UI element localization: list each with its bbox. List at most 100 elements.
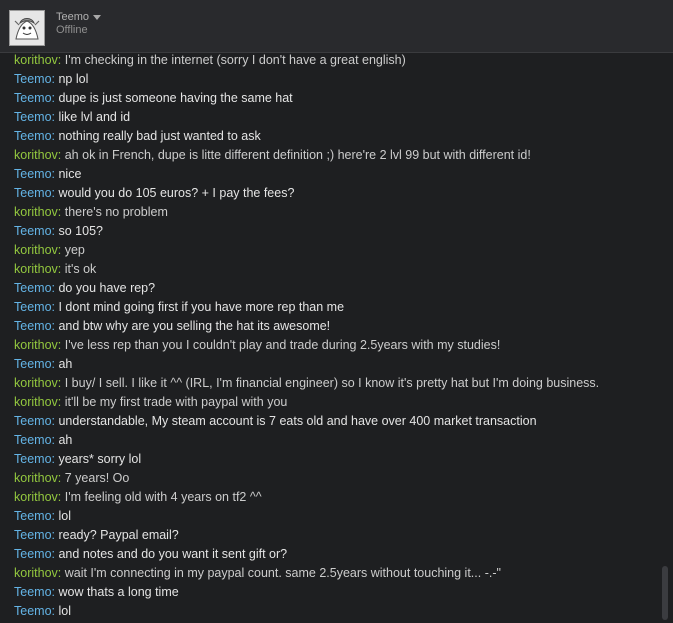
message-speaker[interactable]: Teemo [14, 224, 52, 238]
chat-message: Teemo: years* sorry lol [14, 450, 654, 469]
message-speaker[interactable]: Teemo [14, 129, 52, 143]
message-text: I dont mind going first if you have more… [58, 300, 345, 314]
message-speaker[interactable]: Teemo [14, 300, 52, 314]
speaker-separator: : [57, 262, 65, 276]
message-text: 7 years! Oo [64, 471, 130, 485]
message-text: would you do 105 euros? + I pay the fees… [58, 186, 295, 200]
message-text: ah [58, 357, 73, 371]
message-text: np lol [58, 72, 89, 86]
friend-status: Offline [56, 24, 88, 36]
chat-message: korithov: there's no problem [14, 203, 654, 222]
speaker-separator: : [57, 490, 65, 504]
message-speaker[interactable]: korithov [14, 53, 58, 67]
message-text: like lvl and id [58, 110, 131, 124]
speaker-separator: : [57, 395, 65, 409]
message-speaker[interactable]: korithov [14, 243, 58, 257]
chat-message: korithov: it's ok [14, 260, 654, 279]
message-speaker[interactable]: Teemo [14, 585, 52, 599]
friend-name[interactable]: Teemo [56, 11, 89, 23]
chat-message: Teemo: and btw why are you selling the h… [14, 317, 654, 336]
speaker-separator: : [57, 205, 65, 219]
message-text: and notes and do you want it sent gift o… [58, 547, 288, 561]
chat-log: korithov: I'm checking in the internet (… [0, 53, 658, 623]
message-speaker[interactable]: korithov [14, 338, 58, 352]
chat-message: korithov: wait I'm connecting in my payp… [14, 564, 654, 583]
message-speaker[interactable]: korithov [14, 205, 58, 219]
avatar-image [10, 11, 44, 45]
chat-message: Teemo: ready? Paypal email? [14, 526, 654, 545]
message-text: it'll be my first trade with paypal with… [64, 395, 288, 409]
message-speaker[interactable]: korithov [14, 376, 58, 390]
message-speaker[interactable]: Teemo [14, 186, 52, 200]
message-text: nice [58, 167, 82, 181]
message-text: years* sorry lol [58, 452, 142, 466]
chat-message: Teemo: understandable, My steam account … [14, 412, 654, 431]
message-text: ah ok in French, dupe is litte different… [64, 148, 531, 162]
chat-message: Teemo: like lvl and id [14, 108, 654, 127]
message-text: I'm feeling old with 4 years on tf2 ^^ [64, 490, 262, 504]
message-text: yep [64, 243, 85, 257]
message-speaker[interactable]: Teemo [14, 72, 52, 86]
chat-message: korithov: I buy/ I sell. I like it ^^ (I… [14, 374, 654, 393]
speaker-separator: : [57, 338, 65, 352]
message-speaker[interactable]: Teemo [14, 357, 52, 371]
speaker-separator: : [57, 376, 65, 390]
message-speaker[interactable]: korithov [14, 262, 58, 276]
message-text: do you have rep? [58, 281, 156, 295]
chat-message: korithov: I've less rep than you I could… [14, 336, 654, 355]
chat-message: Teemo: wow thats a long time [14, 583, 654, 602]
avatar[interactable] [9, 10, 45, 46]
scrollbar-thumb[interactable] [662, 566, 668, 620]
message-speaker[interactable]: Teemo [14, 433, 52, 447]
chat-message: korithov: ah ok in French, dupe is litte… [14, 146, 654, 165]
message-text: ready? Paypal email? [58, 528, 179, 542]
message-speaker[interactable]: korithov [14, 490, 58, 504]
message-speaker[interactable]: Teemo [14, 414, 52, 428]
chat-message: Teemo: would you do 105 euros? + I pay t… [14, 184, 654, 203]
message-speaker[interactable]: korithov [14, 566, 58, 580]
message-speaker[interactable]: korithov [14, 395, 58, 409]
message-speaker[interactable]: Teemo [14, 319, 52, 333]
chat-message: korithov: yep [14, 241, 654, 260]
message-text: lol [58, 604, 71, 618]
chat-message: Teemo: lol [14, 602, 654, 621]
speaker-separator: : [57, 471, 65, 485]
chat-message: Teemo: and notes and do you want it sent… [14, 545, 654, 564]
chat-message: Teemo: ah [14, 355, 654, 374]
message-speaker[interactable]: Teemo [14, 452, 52, 466]
speaker-separator: : [57, 566, 65, 580]
message-speaker[interactable]: Teemo [14, 167, 52, 181]
chat-message: Teemo: nice [14, 165, 654, 184]
message-speaker[interactable]: korithov [14, 148, 58, 162]
message-speaker[interactable]: Teemo [14, 547, 52, 561]
message-text: ah [58, 433, 73, 447]
message-text: understandable, My steam account is 7 ea… [58, 414, 537, 428]
message-speaker[interactable]: korithov [14, 471, 58, 485]
chat-message: korithov: I'm checking in the internet (… [14, 53, 654, 70]
message-text: it's ok [64, 262, 97, 276]
chevron-down-icon[interactable] [93, 15, 101, 20]
chat-header: Teemo Offline [0, 0, 673, 53]
scrollbar-track[interactable] [660, 53, 670, 623]
message-text: I buy/ I sell. I like it ^^ (IRL, I'm fi… [64, 376, 600, 390]
chat-message: korithov: 7 years! Oo [14, 469, 654, 488]
message-text: nothing really bad just wanted to ask [58, 129, 261, 143]
speaker-separator: : [57, 53, 65, 67]
chat-message: Teemo: nothing really bad just wanted to… [14, 127, 654, 146]
chat-message: Teemo: so 105? [14, 222, 654, 241]
message-speaker[interactable]: Teemo [14, 528, 52, 542]
message-speaker[interactable]: Teemo [14, 509, 52, 523]
chat-message: Teemo: dupe is just someone having the s… [14, 89, 654, 108]
chat-message: korithov: it'll be my first trade with p… [14, 393, 654, 412]
message-speaker[interactable]: Teemo [14, 604, 52, 618]
message-text: lol [58, 509, 71, 523]
message-text: wow thats a long time [58, 585, 179, 599]
message-text: so 105? [58, 224, 103, 238]
message-text: dupe is just someone having the same hat [58, 91, 293, 105]
message-speaker[interactable]: Teemo [14, 110, 52, 124]
message-speaker[interactable]: Teemo [14, 281, 52, 295]
message-text: wait I'm connecting in my paypal count. … [64, 566, 501, 580]
message-text: there's no problem [64, 205, 168, 219]
message-speaker[interactable]: Teemo [14, 91, 52, 105]
message-text: and btw why are you selling the hat its … [58, 319, 331, 333]
